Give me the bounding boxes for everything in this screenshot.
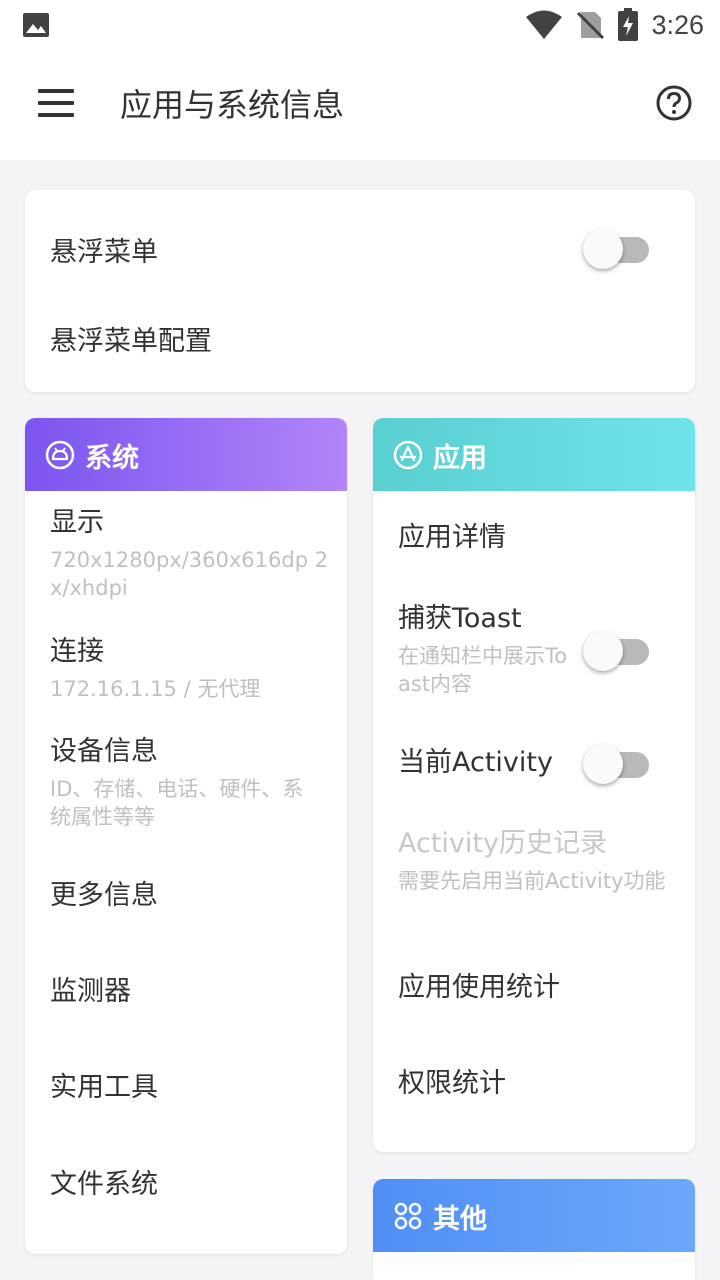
system-card-header: 系统 xyxy=(25,418,347,491)
list-item-app-usage-stats[interactable]: 应用使用统计 xyxy=(398,971,678,1005)
list-item-device-info[interactable]: 设备信息 ID、存储、电话、硬件、系统属性等等 xyxy=(50,735,315,831)
item-title: 捕获Toast xyxy=(398,603,522,634)
item-title: 应用详情 xyxy=(398,522,506,553)
list-item-more-info[interactable]: 更多信息 xyxy=(50,879,330,913)
other-card-title: 其他 xyxy=(433,1204,487,1235)
app-card-header: 应用 xyxy=(373,418,695,491)
floating-menu-config-item[interactable]: 悬浮菜单配置 xyxy=(50,319,212,358)
item-subtitle: ID、存储、电话、硬件、系统属性等等 xyxy=(50,777,304,829)
item-title: 连接 xyxy=(50,636,104,667)
item-title: 设备信息 xyxy=(50,736,158,767)
status-bar: 3:26 xyxy=(0,0,720,50)
list-item-utilities[interactable]: 实用工具 xyxy=(50,1071,330,1105)
gallery-icon xyxy=(23,13,49,37)
item-title: 应用使用统计 xyxy=(398,972,560,1003)
list-item-monitor[interactable]: 监测器 xyxy=(50,975,330,1009)
capture-toast-toggle[interactable] xyxy=(583,630,651,672)
list-item-permission-stats[interactable]: 权限统计 xyxy=(398,1067,678,1101)
item-subtitle: 在通知栏中展示Toast内容 xyxy=(398,644,568,696)
item-title: 文件系统 xyxy=(50,1169,158,1200)
app-card: 应用 应用详情 捕获Toast 在通知栏中展示Toast内容 当前Activit… xyxy=(373,418,695,1152)
list-item-file-system[interactable]: 文件系统 xyxy=(50,1168,330,1202)
item-title: 更多信息 xyxy=(50,880,158,911)
system-card: 系统 显示 720x1280px/360x616dp 2x/xhdpi 连接 1… xyxy=(25,418,347,1254)
item-subtitle: 172.16.1.15 / 无代理 xyxy=(50,677,261,701)
status-icons: 3:26 xyxy=(525,6,704,44)
floating-menu-card: 悬浮菜单 悬浮菜单配置 xyxy=(25,190,695,392)
other-card: 其他 xyxy=(373,1179,695,1280)
item-title: 监测器 xyxy=(50,976,131,1007)
floating-menu-toggle[interactable] xyxy=(583,228,651,270)
list-item-current-activity[interactable]: 当前Activity xyxy=(398,746,578,780)
floating-menu-label: 悬浮菜单 xyxy=(50,237,158,268)
other-card-header: 其他 xyxy=(373,1179,695,1252)
battery-charging-icon xyxy=(618,8,639,41)
list-item-capture-toast[interactable]: 捕获Toast 在通知栏中展示Toast内容 xyxy=(398,602,578,698)
system-card-title: 系统 xyxy=(85,443,139,474)
hamburger-menu-icon[interactable] xyxy=(26,79,86,129)
help-circle-icon[interactable] xyxy=(654,83,694,123)
page-title: 应用与系统信息 xyxy=(120,86,345,124)
grid-icon xyxy=(394,1202,422,1230)
item-title: Activity历史记录 xyxy=(398,828,607,859)
item-title: 实用工具 xyxy=(50,1072,158,1103)
app-bar: 应用与系统信息 xyxy=(0,50,720,160)
wifi-icon xyxy=(526,10,563,39)
clock: 3:26 xyxy=(651,9,704,40)
android-icon xyxy=(45,440,75,470)
no-sim-icon xyxy=(577,11,605,40)
item-title: 权限统计 xyxy=(398,1068,506,1099)
list-item-activity-history: Activity历史记录 需要先启用当前Activity功能 xyxy=(398,827,678,895)
current-activity-toggle[interactable] xyxy=(583,743,651,785)
list-item-connection[interactable]: 连接 172.16.1.15 / 无代理 xyxy=(50,635,330,703)
app-store-icon xyxy=(393,440,423,470)
list-item-display[interactable]: 显示 720x1280px/360x616dp 2x/xhdpi xyxy=(50,506,330,602)
list-item-app-details[interactable]: 应用详情 xyxy=(398,521,678,555)
app-card-title: 应用 xyxy=(433,443,487,474)
item-title: 当前Activity xyxy=(398,747,553,778)
item-subtitle: 720x1280px/360x616dp 2x/xhdpi xyxy=(50,548,329,600)
item-subtitle: 需要先启用当前Activity功能 xyxy=(398,869,666,893)
item-title: 显示 xyxy=(50,507,104,538)
